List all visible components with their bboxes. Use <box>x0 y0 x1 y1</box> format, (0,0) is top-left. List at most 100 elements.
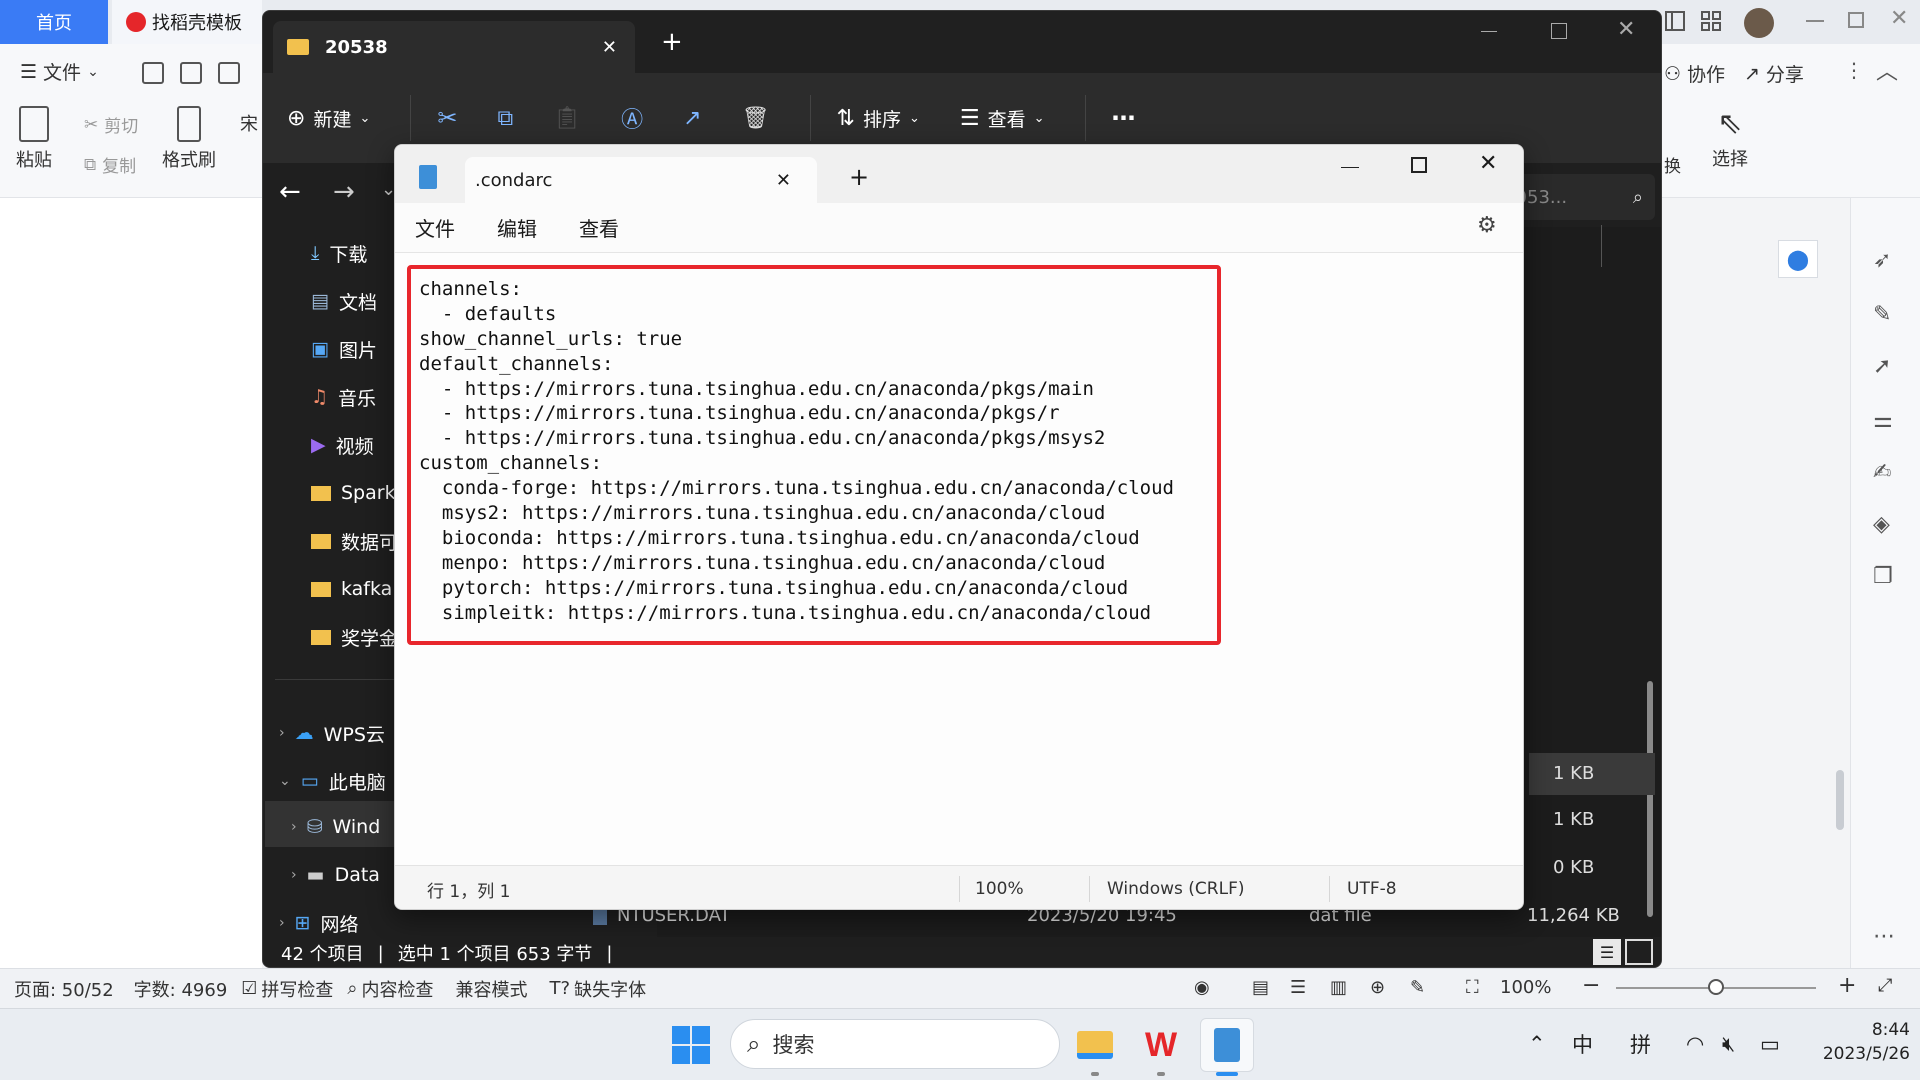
book-icon[interactable]: ❐ <box>1873 564 1893 589</box>
sliders-icon[interactable]: ⚌ <box>1873 408 1893 433</box>
more-options-button[interactable]: ⋯ <box>1112 104 1136 132</box>
tiles-view-icon[interactable] <box>1625 939 1653 965</box>
nav-item-data-drive[interactable]: › ▬ Data <box>291 855 380 895</box>
wps-collab-button[interactable]: ⚇ 协作 <box>1664 60 1725 87</box>
wps-apps-icon[interactable] <box>1700 10 1722 32</box>
explorer-maximize-icon[interactable] <box>1551 23 1567 39</box>
volume-muted-icon[interactable]: 🔇︎ <box>1722 1008 1735 1080</box>
spellcheck-button[interactable]: ☑ 拼写检查 <box>241 976 333 1002</box>
wps-restore-icon[interactable] <box>1848 12 1864 28</box>
battery-icon[interactable]: ▭ <box>1760 1008 1780 1080</box>
sort-button[interactable]: ⇅ 排序 ⌄ <box>837 105 920 132</box>
details-view-icon[interactable]: ☰ <box>1593 939 1621 965</box>
wps-tab-home[interactable]: 首页 <box>0 0 108 44</box>
taskbar-explorer-button[interactable] <box>1068 1018 1122 1072</box>
compass-icon[interactable]: ◈ <box>1873 512 1890 537</box>
zoom-level[interactable]: 100% <box>975 866 1024 909</box>
font-name-fragment[interactable]: 宋 <box>240 110 258 136</box>
pointer-icon[interactable]: ➚ <box>1873 354 1891 379</box>
select-button[interactable]: ⇖ 选择 <box>1712 106 1748 171</box>
line-ending[interactable]: Windows (CRLF) <box>1107 866 1245 909</box>
notepad-maximize-icon[interactable] <box>1411 157 1427 173</box>
avatar[interactable] <box>1744 8 1774 38</box>
wps-close-icon[interactable]: ✕ <box>1890 6 1908 31</box>
system-clock[interactable]: 8:44 2023/5/26 <box>1790 1018 1910 1066</box>
explorer-close-icon[interactable]: ✕ <box>1617 17 1635 42</box>
fit-page-icon[interactable]: ⛶ <box>1466 977 1479 998</box>
wps-print-icon[interactable] <box>218 62 240 84</box>
new-tab-icon[interactable]: + <box>661 27 683 57</box>
eye-icon[interactable]: ◉ <box>1194 977 1210 998</box>
back-arrow-icon[interactable]: ← <box>279 177 301 207</box>
encoding[interactable]: UTF-8 <box>1347 866 1397 909</box>
nav-item-windows-drive[interactable]: › ⛁ Wind <box>291 807 380 847</box>
nav-item-spark[interactable]: Spark <box>311 473 396 513</box>
taskbar-notepad-button[interactable] <box>1200 1018 1254 1072</box>
copy-button[interactable]: ⧉ 复制 <box>84 152 136 178</box>
more-dots-icon[interactable]: ⋯ <box>1873 924 1895 949</box>
wifi-icon[interactable]: ◠ <box>1686 1008 1704 1080</box>
wps-document-page[interactable] <box>0 198 262 968</box>
nav-item-this-pc[interactable]: ⌄ ▭ 此电脑 <box>279 761 386 801</box>
zoom-slider-thumb[interactable] <box>1708 979 1724 995</box>
cut-button[interactable]: ✂ 剪切 <box>84 112 138 138</box>
menu-edit[interactable]: 编辑 <box>497 213 537 242</box>
outline-view-icon[interactable]: ☰ <box>1290 977 1306 998</box>
nav-item-pictures[interactable]: ▣ 图片 <box>311 329 377 369</box>
new-button[interactable]: ⊕ 新建 ⌄ <box>287 105 370 132</box>
pen-icon[interactable]: ✎ <box>1873 302 1891 327</box>
tab-close-icon[interactable]: ✕ <box>602 37 617 58</box>
rename-toolbar-button[interactable]: Ⓐ <box>621 102 643 134</box>
menu-view[interactable]: 查看 <box>579 213 619 242</box>
wps-minimize-icon[interactable] <box>1806 20 1824 22</box>
nav-item-music[interactable]: ♫ 音乐 <box>311 377 376 417</box>
zoom-in-icon[interactable]: + <box>1838 973 1856 998</box>
notepad-tab[interactable]: .condarc ✕ <box>465 157 817 203</box>
editor-text[interactable]: channels: - defaults show_channel_urls: t… <box>419 277 1209 625</box>
wps-save-icon[interactable] <box>142 62 164 84</box>
paste-button[interactable]: 粘贴 <box>16 106 52 172</box>
web-view-icon[interactable]: ⊕ <box>1370 977 1385 998</box>
notepad-minimize-icon[interactable] <box>1341 167 1359 168</box>
nav-item-datavis[interactable]: 数据可 <box>311 521 398 561</box>
wps-menu-file[interactable]: ☰ 文件 ⌄ <box>20 58 99 85</box>
nav-item-kafka[interactable]: kafka <box>311 569 392 609</box>
page-indicator[interactable]: 页面: 50/52 <box>14 976 114 1002</box>
format-painter-button[interactable]: 格式刷 <box>162 106 216 172</box>
draw-icon[interactable]: ✎ <box>1410 977 1425 998</box>
ime-mode[interactable]: 拼 <box>1630 1008 1651 1080</box>
explorer-tab[interactable]: 20538 ✕ <box>273 21 635 73</box>
nav-item-downloads[interactable]: ⤓ 下载 <box>311 233 367 273</box>
wps-more-icon[interactable]: ⋮ <box>1844 58 1864 82</box>
nav-item-wps-cloud[interactable]: › ☁ WPS云 <box>279 713 385 753</box>
compat-mode-label[interactable]: 兼容模式 <box>456 976 528 1002</box>
wps-scrollbar[interactable] <box>1836 770 1844 830</box>
location-pin-icon[interactable]: ⬤ <box>1778 240 1818 278</box>
nav-item-scholarship[interactable]: 奖学金 <box>311 617 398 657</box>
share-toolbar-button[interactable]: ↗ <box>683 106 701 131</box>
taskbar-search[interactable]: ⌕ 搜索 <box>730 1019 1060 1069</box>
notepad-close-icon[interactable]: ✕ <box>1479 151 1497 176</box>
wps-share-button[interactable]: ↗ 分享 <box>1744 60 1804 87</box>
view-button[interactable]: ☰ 查看 ⌄ <box>960 105 1045 132</box>
wps-export-icon[interactable] <box>180 62 202 84</box>
delete-toolbar-button[interactable]: 🗑︎ <box>742 106 770 131</box>
word-count[interactable]: 字数: 4969 <box>134 976 228 1002</box>
explorer-minimize-icon[interactable] <box>1481 31 1497 32</box>
menu-file[interactable]: 文件 <box>415 213 455 242</box>
fullscreen-icon[interactable]: ⤢ <box>1878 975 1892 996</box>
copy-toolbar-button[interactable]: ⧉ <box>497 106 513 131</box>
content-check-button[interactable]: ⌕ 内容检查 <box>347 976 433 1002</box>
forward-arrow-icon[interactable]: → <box>333 177 355 207</box>
nav-item-videos[interactable]: ▶ 视频 <box>311 425 374 465</box>
zoom-out-icon[interactable]: − <box>1582 973 1600 998</box>
page-view-icon[interactable]: ▤ <box>1252 977 1269 998</box>
tab-close-icon[interactable]: ✕ <box>776 170 791 191</box>
tray-overflow-icon[interactable]: ⌃ <box>1528 1008 1546 1080</box>
nav-item-documents[interactable]: ▤ 文档 <box>311 281 377 321</box>
new-tab-icon[interactable]: + <box>849 163 869 191</box>
zoom-level[interactable]: 100% <box>1500 977 1551 998</box>
file-list-scrollbar[interactable] <box>1647 681 1653 917</box>
paste-toolbar-button[interactable]: 📋︎ <box>553 106 581 131</box>
edit-doc-icon[interactable]: ✍ <box>1873 460 1891 485</box>
